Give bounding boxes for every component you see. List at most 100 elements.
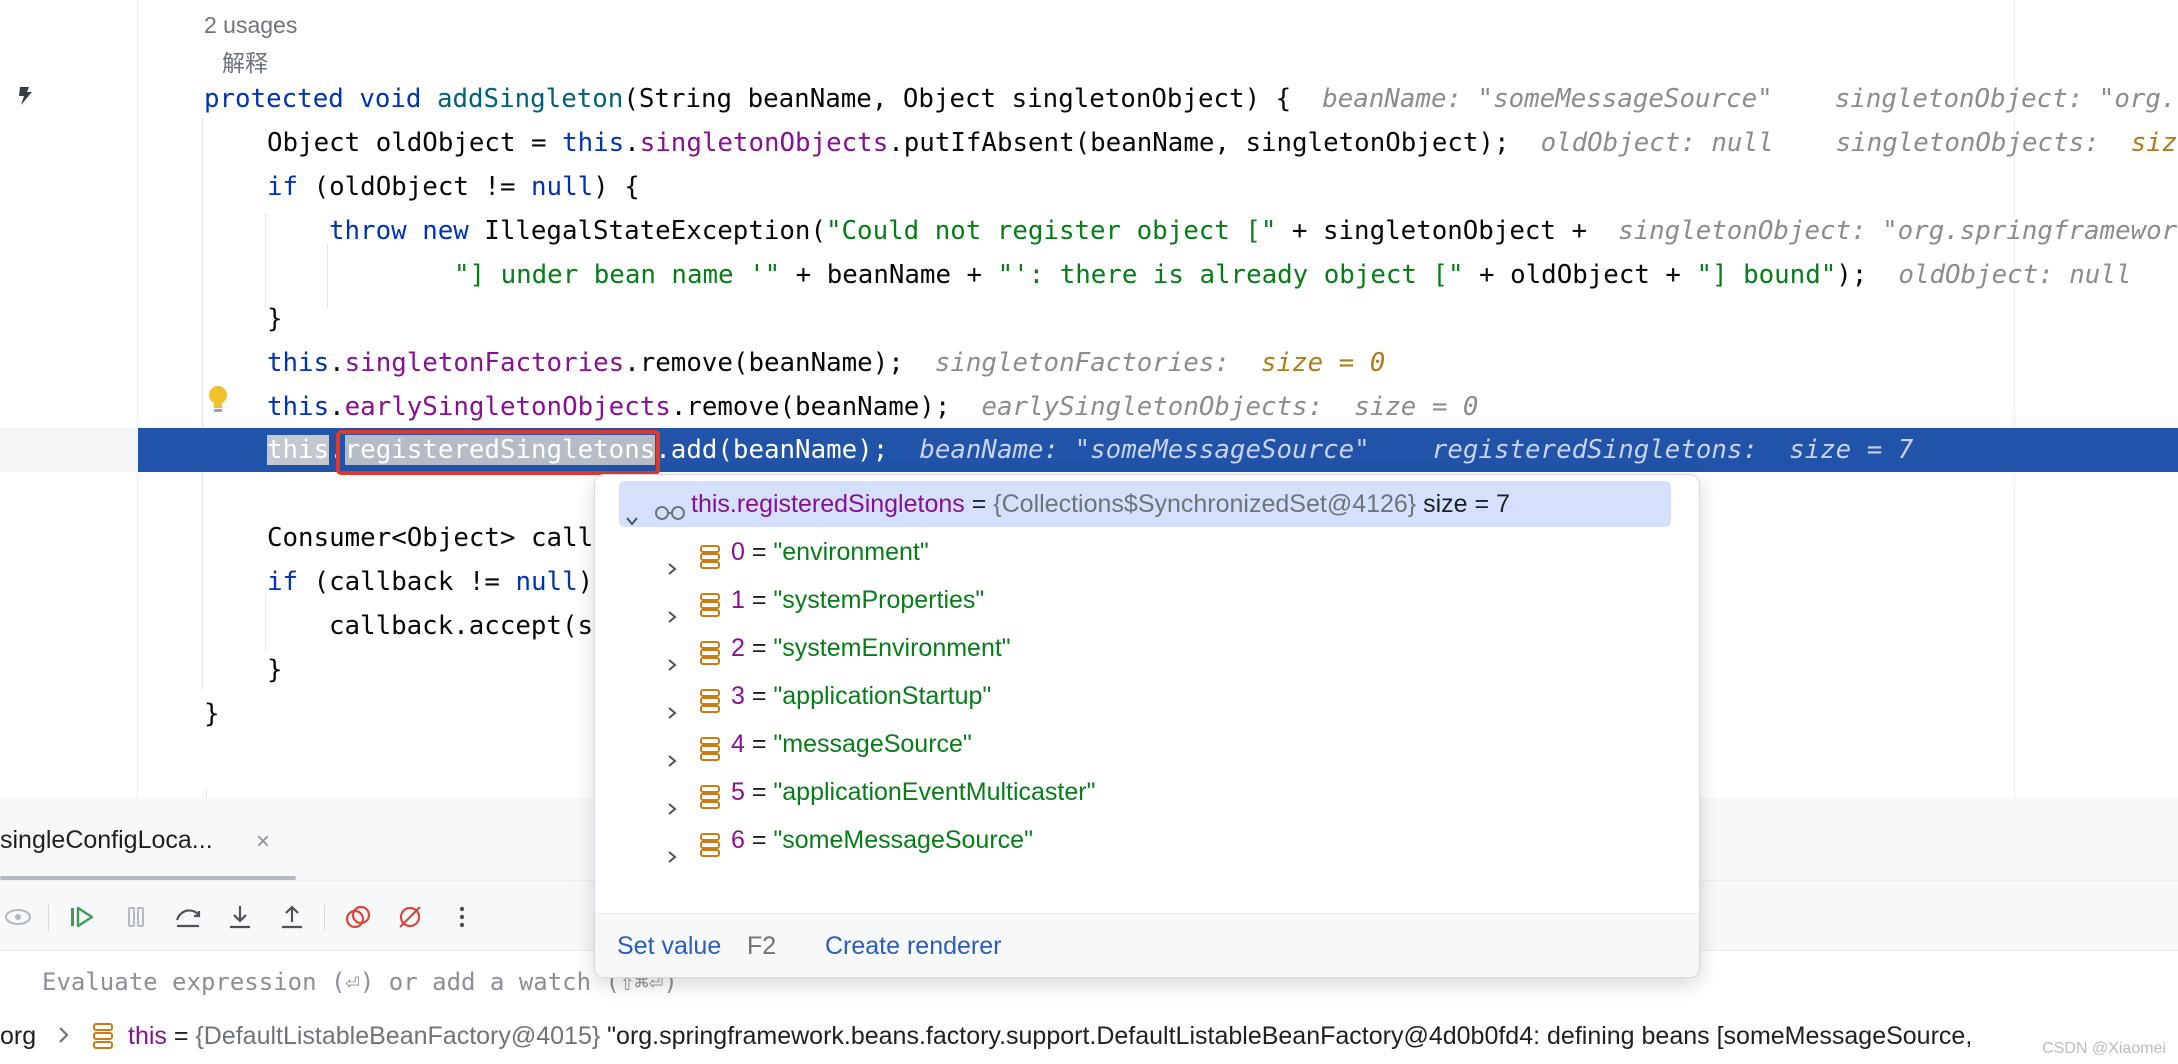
field-icon xyxy=(699,827,721,857)
code-text: } xyxy=(267,655,283,685)
code-line-throw-continued[interactable]: "] under bean name '" + beanName + "': t… xyxy=(454,253,2131,297)
field-icon xyxy=(699,539,721,569)
code-line-callback-accept[interactable]: callback.accept(s xyxy=(329,604,593,648)
inline-value-hint: oldObject: null xyxy=(1540,128,1774,158)
explain-hint[interactable]: 解释 xyxy=(222,44,268,78)
chevron-right-icon[interactable] xyxy=(665,593,679,623)
variable-equals: = xyxy=(166,1022,196,1050)
item-equals: = xyxy=(744,682,774,710)
code-line-method-signature[interactable]: protected void addSingleton(String beanN… xyxy=(204,77,2178,121)
mute-breakpoints-icon[interactable] xyxy=(394,901,426,933)
code-line-remove-factories[interactable]: this.singletonFactories.remove(beanName)… xyxy=(267,341,1385,385)
field-name: earlySingletonObjects xyxy=(344,392,671,422)
value-tooltip-popup[interactable]: this.registeredSingletons = {Collections… xyxy=(594,474,1700,978)
inline-value-hint: beanName: "someMessageSource" xyxy=(919,435,1370,465)
item-index: 5 xyxy=(731,778,745,806)
code-text: .putIfAbsent(beanName, singletonObject); xyxy=(888,128,1510,158)
indent-guide xyxy=(265,212,266,308)
indent-guide xyxy=(206,790,207,798)
popup-item-row[interactable]: 5 = "applicationEventMulticaster" xyxy=(665,769,1665,815)
field-icon xyxy=(699,683,721,713)
item-value: "systemEnvironment" xyxy=(773,634,1011,662)
code-line-put-if-absent[interactable]: Object oldObject = this.singletonObjects… xyxy=(267,121,2178,165)
root-size: size = 7 xyxy=(1423,490,1510,518)
code-line-close-method[interactable]: } xyxy=(204,692,220,736)
toolbar-separator xyxy=(324,905,325,931)
usages-hint[interactable]: 2 usages xyxy=(204,12,297,39)
keyword: if xyxy=(267,172,299,202)
item-index: 1 xyxy=(731,586,745,614)
code-text: } xyxy=(204,699,220,729)
field-icon xyxy=(699,779,721,809)
editor-gutter[interactable] xyxy=(0,0,138,798)
eye-icon[interactable] xyxy=(2,901,34,933)
more-icon[interactable] xyxy=(446,901,478,933)
step-into-icon[interactable] xyxy=(224,901,256,933)
popup-item-row[interactable]: 4 = "messageSource" xyxy=(665,721,1665,767)
field-name: singletonObjects xyxy=(639,128,889,158)
code-text: + oldObject + xyxy=(1463,260,1697,290)
chevron-right-icon[interactable] xyxy=(665,737,679,767)
item-value: "applicationStartup" xyxy=(773,682,992,710)
popup-item-row[interactable]: 2 = "systemEnvironment" xyxy=(665,625,1665,671)
create-renderer-link[interactable]: Create renderer xyxy=(825,932,1001,961)
inline-value-hint: size = 7 xyxy=(1789,435,1914,465)
code-text: . xyxy=(329,392,345,422)
code-line-if-old-object[interactable]: if (oldObject != null) { xyxy=(267,165,640,209)
inline-value-hint: singletonObject: "org.springframework.co… xyxy=(1618,216,2178,246)
keyword: null xyxy=(531,172,594,202)
chevron-down-icon[interactable] xyxy=(625,497,639,526)
bulb-icon[interactable] xyxy=(206,385,230,415)
indent-guide xyxy=(265,594,266,650)
code-line-close-brace[interactable]: } xyxy=(267,297,283,341)
close-icon[interactable]: × xyxy=(256,828,270,856)
pause-icon[interactable] xyxy=(120,901,152,933)
resume-icon[interactable] xyxy=(66,901,98,933)
debug-session-tab[interactable]: singleConfigLoca... xyxy=(0,826,213,855)
root-type: {Collections$SynchronizedSet@4126} xyxy=(993,490,1417,518)
popup-item-row[interactable]: 3 = "applicationStartup" xyxy=(665,673,1665,719)
code-line-remove-early[interactable]: this.earlySingletonObjects.remove(beanNa… xyxy=(267,385,1478,429)
code-text: .add(beanName); xyxy=(655,435,889,465)
item-index: 6 xyxy=(731,826,745,854)
keyword: null xyxy=(515,567,578,597)
code-text: . xyxy=(624,128,640,158)
item-equals: = xyxy=(744,634,774,662)
item-value: "environment" xyxy=(773,538,929,566)
item-index: 3 xyxy=(731,682,745,710)
popup-item-row[interactable]: 1 = "systemProperties" xyxy=(665,577,1665,623)
item-equals: = xyxy=(744,730,774,758)
code-line-close-brace[interactable]: } xyxy=(267,648,283,692)
lambda-gutter-icon[interactable] xyxy=(14,84,38,108)
code-line-throw[interactable]: throw new IllegalStateException("Could n… xyxy=(329,209,2178,253)
keyword: new xyxy=(422,216,469,246)
chevron-right-icon[interactable] xyxy=(54,1024,72,1051)
step-over-icon[interactable] xyxy=(172,901,204,933)
breakpoints-icon[interactable] xyxy=(342,901,374,933)
step-out-icon[interactable] xyxy=(276,901,308,933)
chevron-right-icon[interactable] xyxy=(665,689,679,719)
item-index: 0 xyxy=(731,538,745,566)
indent-guide xyxy=(327,244,328,308)
popup-item-row[interactable]: 6 = "someMessageSource" xyxy=(665,817,1665,863)
code-text: (String beanName, Object singletonObject… xyxy=(623,84,1292,114)
field-icon xyxy=(92,1022,114,1055)
chevron-right-icon[interactable] xyxy=(665,641,679,671)
chevron-right-icon[interactable] xyxy=(665,833,679,863)
keyword: this xyxy=(267,348,330,378)
code-text: . xyxy=(329,348,345,378)
code-text: (callback != xyxy=(298,567,516,597)
set-value-shortcut: F2 xyxy=(747,932,777,960)
chevron-right-icon[interactable] xyxy=(665,545,679,575)
set-value-link[interactable]: Set value xyxy=(617,932,721,961)
inline-value-hint: size = 0 xyxy=(1354,392,1479,422)
code-text: } xyxy=(267,304,283,334)
keyword: this xyxy=(267,392,330,422)
code-text: .remove(beanName); xyxy=(624,348,904,378)
popup-item-row[interactable]: 0 = "environment" xyxy=(665,529,1665,575)
root-equals: = xyxy=(964,490,994,518)
variable-type: {DefaultListableBeanFactory@4015} xyxy=(195,1022,601,1050)
code-line-if-callback[interactable]: if (callback != null) xyxy=(267,560,593,604)
variables-row-this[interactable]: org this = {DefaultListableBeanFactory@4… xyxy=(0,1010,2178,1064)
chevron-right-icon[interactable] xyxy=(665,785,679,815)
